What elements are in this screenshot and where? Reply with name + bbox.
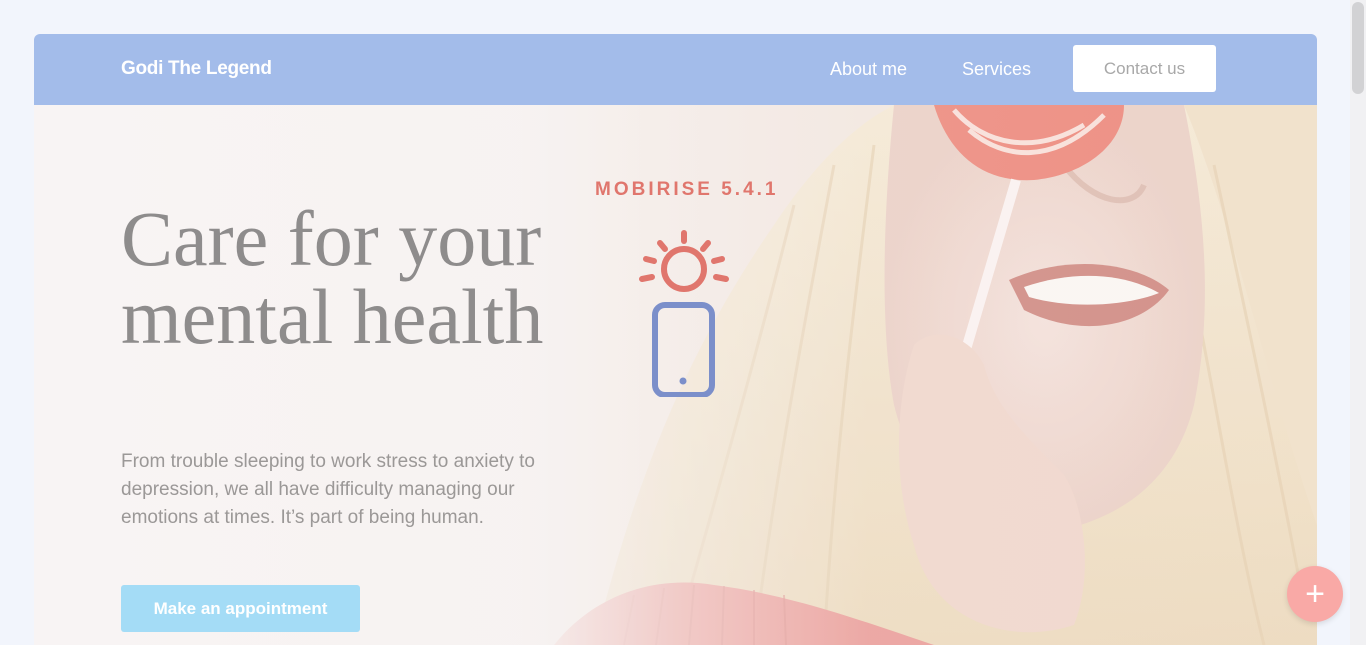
smartphone-icon (652, 302, 715, 397)
scrollbar-thumb[interactable] (1352, 2, 1364, 94)
page-frame: Godi The Legend About me Services Contac… (34, 34, 1317, 645)
brand-logo[interactable]: Godi The Legend (121, 58, 272, 80)
hero-section: Care for your mental health From trouble… (34, 105, 1317, 645)
page-scrollbar[interactable] (1350, 0, 1366, 645)
plus-icon: + (1305, 574, 1325, 613)
mobirise-version-badge: MOBIRISE 5.4.1 (595, 179, 779, 200)
mobirise-logo (639, 230, 729, 397)
navbar: Godi The Legend About me Services Contac… (34, 34, 1317, 105)
nav-link-about[interactable]: About me (830, 59, 907, 80)
hero-subtext: From trouble sleeping to work stress to … (121, 451, 535, 528)
nav-link-services[interactable]: Services (962, 59, 1031, 80)
hero-headline: Care for your mental health (121, 195, 544, 360)
add-button[interactable]: + (1287, 566, 1343, 622)
contact-button[interactable]: Contact us (1073, 45, 1216, 92)
make-appointment-button[interactable]: Make an appointment (121, 585, 360, 632)
sun-icon (639, 230, 729, 292)
